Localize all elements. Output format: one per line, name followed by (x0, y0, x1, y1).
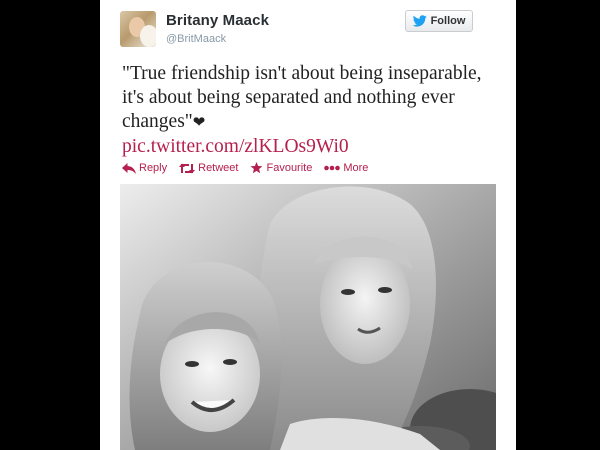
retweet-action[interactable]: Retweet (179, 162, 238, 174)
user-display-name[interactable]: Britany Maack (166, 12, 269, 29)
user-avatar[interactable] (120, 11, 156, 47)
tweet-actions: Reply Retweet Favourite More (122, 160, 368, 176)
follow-button-label: Follow (430, 15, 466, 27)
twitter-bird-icon (412, 15, 427, 27)
tweet-header: Britany Maack @BritMaack Follow (100, 0, 516, 56)
tweet-card: Britany Maack @BritMaack Follow "True fr… (100, 0, 516, 450)
photo-black-and-white (120, 184, 496, 450)
follow-button[interactable]: Follow (405, 10, 473, 32)
tweet-pic-link[interactable]: pic.twitter.com/zlKLOs9Wi0 (122, 135, 502, 159)
retweet-icon (179, 163, 196, 174)
heart-icon: ❤ (192, 115, 206, 131)
reply-arrow-icon (122, 162, 136, 174)
user-handle[interactable]: @BritMaack (166, 33, 226, 45)
reply-label: Reply (139, 162, 168, 174)
avatar-dog (140, 25, 156, 47)
retweet-label: Retweet (198, 162, 239, 174)
more-action[interactable]: More (324, 162, 368, 174)
reply-action[interactable]: Reply (122, 162, 167, 174)
favourite-label: Favourite (266, 162, 313, 174)
tweet-text: "True friendship isn't about being insep… (122, 63, 482, 132)
more-dots-icon (324, 165, 341, 171)
favourite-action[interactable]: Favourite (250, 162, 312, 174)
more-label: More (343, 162, 369, 174)
tweet-text-block: "True friendship isn't about being insep… (122, 62, 502, 159)
star-icon (250, 162, 263, 174)
tweet-photo[interactable] (120, 184, 496, 450)
